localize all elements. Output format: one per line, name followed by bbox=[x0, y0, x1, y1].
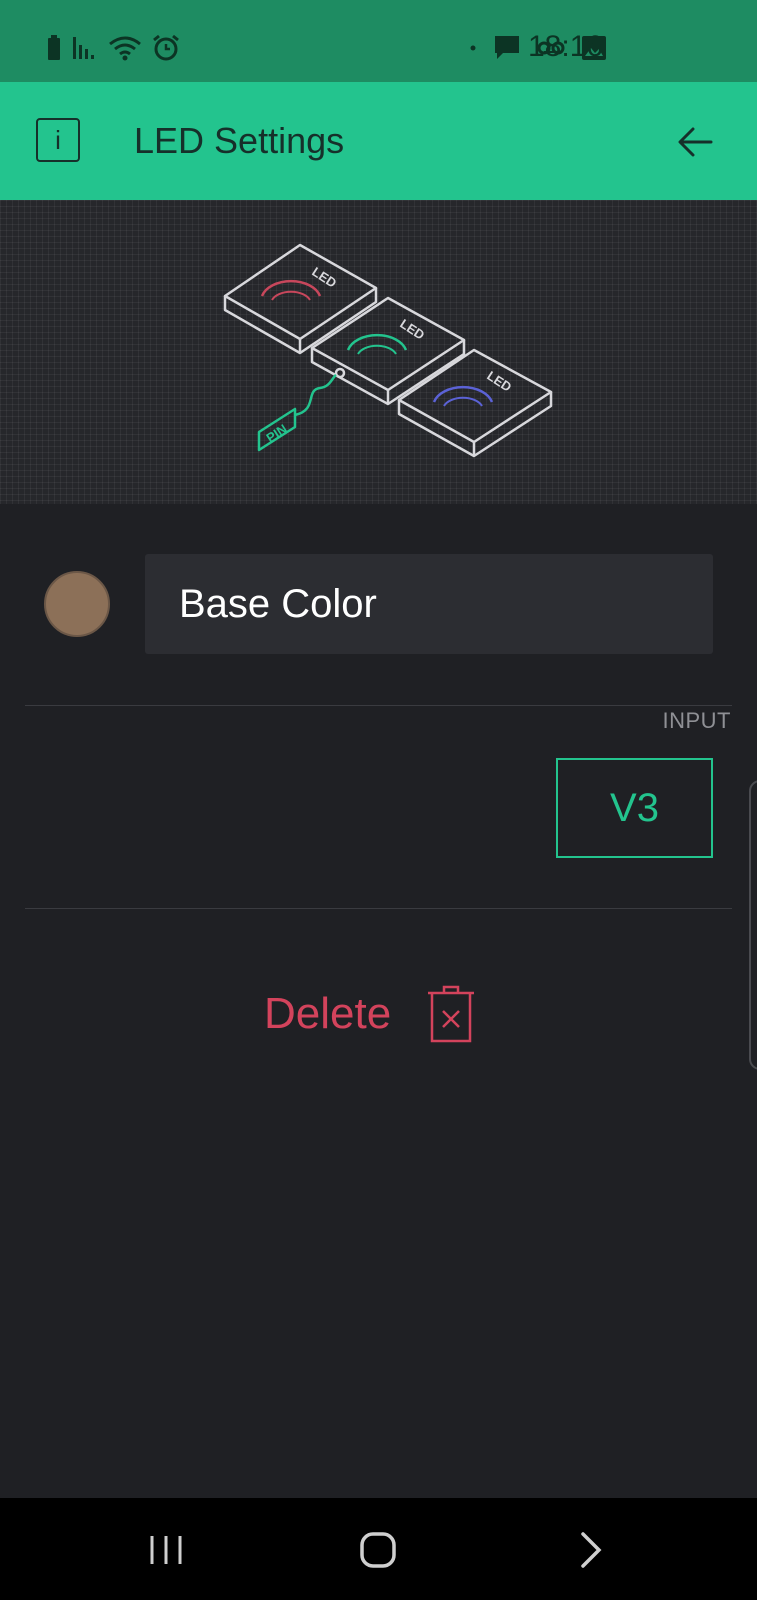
arrow-left-icon[interactable] bbox=[673, 120, 717, 164]
divider bbox=[25, 908, 732, 909]
trash-icon bbox=[428, 985, 475, 1043]
pin-label: PIN bbox=[263, 421, 289, 445]
delete-label: Delete bbox=[264, 989, 392, 1038]
delete-button[interactable]: Delete bbox=[264, 984, 477, 1044]
status-time: 18:16 bbox=[528, 30, 604, 63]
recent-apps-icon[interactable] bbox=[144, 1528, 188, 1572]
name-input[interactable]: Base Color bbox=[145, 554, 713, 654]
home-icon[interactable] bbox=[356, 1528, 400, 1572]
led-illustration-svg: LED LED LED PIN bbox=[223, 243, 553, 458]
led-box-green bbox=[310, 296, 466, 406]
page-title: LED Settings bbox=[134, 120, 345, 161]
led-label-blue: LED bbox=[484, 368, 514, 395]
info-button[interactable]: i bbox=[36, 118, 80, 162]
led-box-red bbox=[223, 243, 378, 355]
app-bar: i LED Settings bbox=[0, 82, 757, 200]
divider bbox=[25, 705, 732, 706]
wifi-icon bbox=[109, 36, 141, 61]
name-input-value: Base Color bbox=[179, 581, 377, 626]
led-box-blue bbox=[397, 348, 553, 458]
dot-icon bbox=[470, 45, 476, 51]
message-icon bbox=[495, 36, 519, 59]
alarm-icon bbox=[153, 34, 179, 61]
status-left-icons bbox=[46, 34, 180, 62]
forward-icon[interactable] bbox=[568, 1528, 612, 1572]
scroll-indicator bbox=[749, 780, 757, 1070]
system-nav-bar bbox=[0, 1498, 757, 1600]
led-label-green: LED bbox=[397, 316, 427, 343]
info-icon: i bbox=[55, 124, 61, 155]
color-picker-swatch[interactable] bbox=[44, 571, 110, 637]
input-label: INPUT bbox=[662, 708, 731, 733]
pin-selector-button[interactable]: V3 bbox=[556, 758, 713, 858]
led-illustration: LED LED LED PIN bbox=[0, 200, 757, 504]
battery-icon bbox=[48, 35, 60, 60]
status-bar: 18:16 bbox=[0, 0, 757, 82]
signal-icon bbox=[73, 37, 94, 59]
pin-selector-value: V3 bbox=[610, 785, 659, 830]
